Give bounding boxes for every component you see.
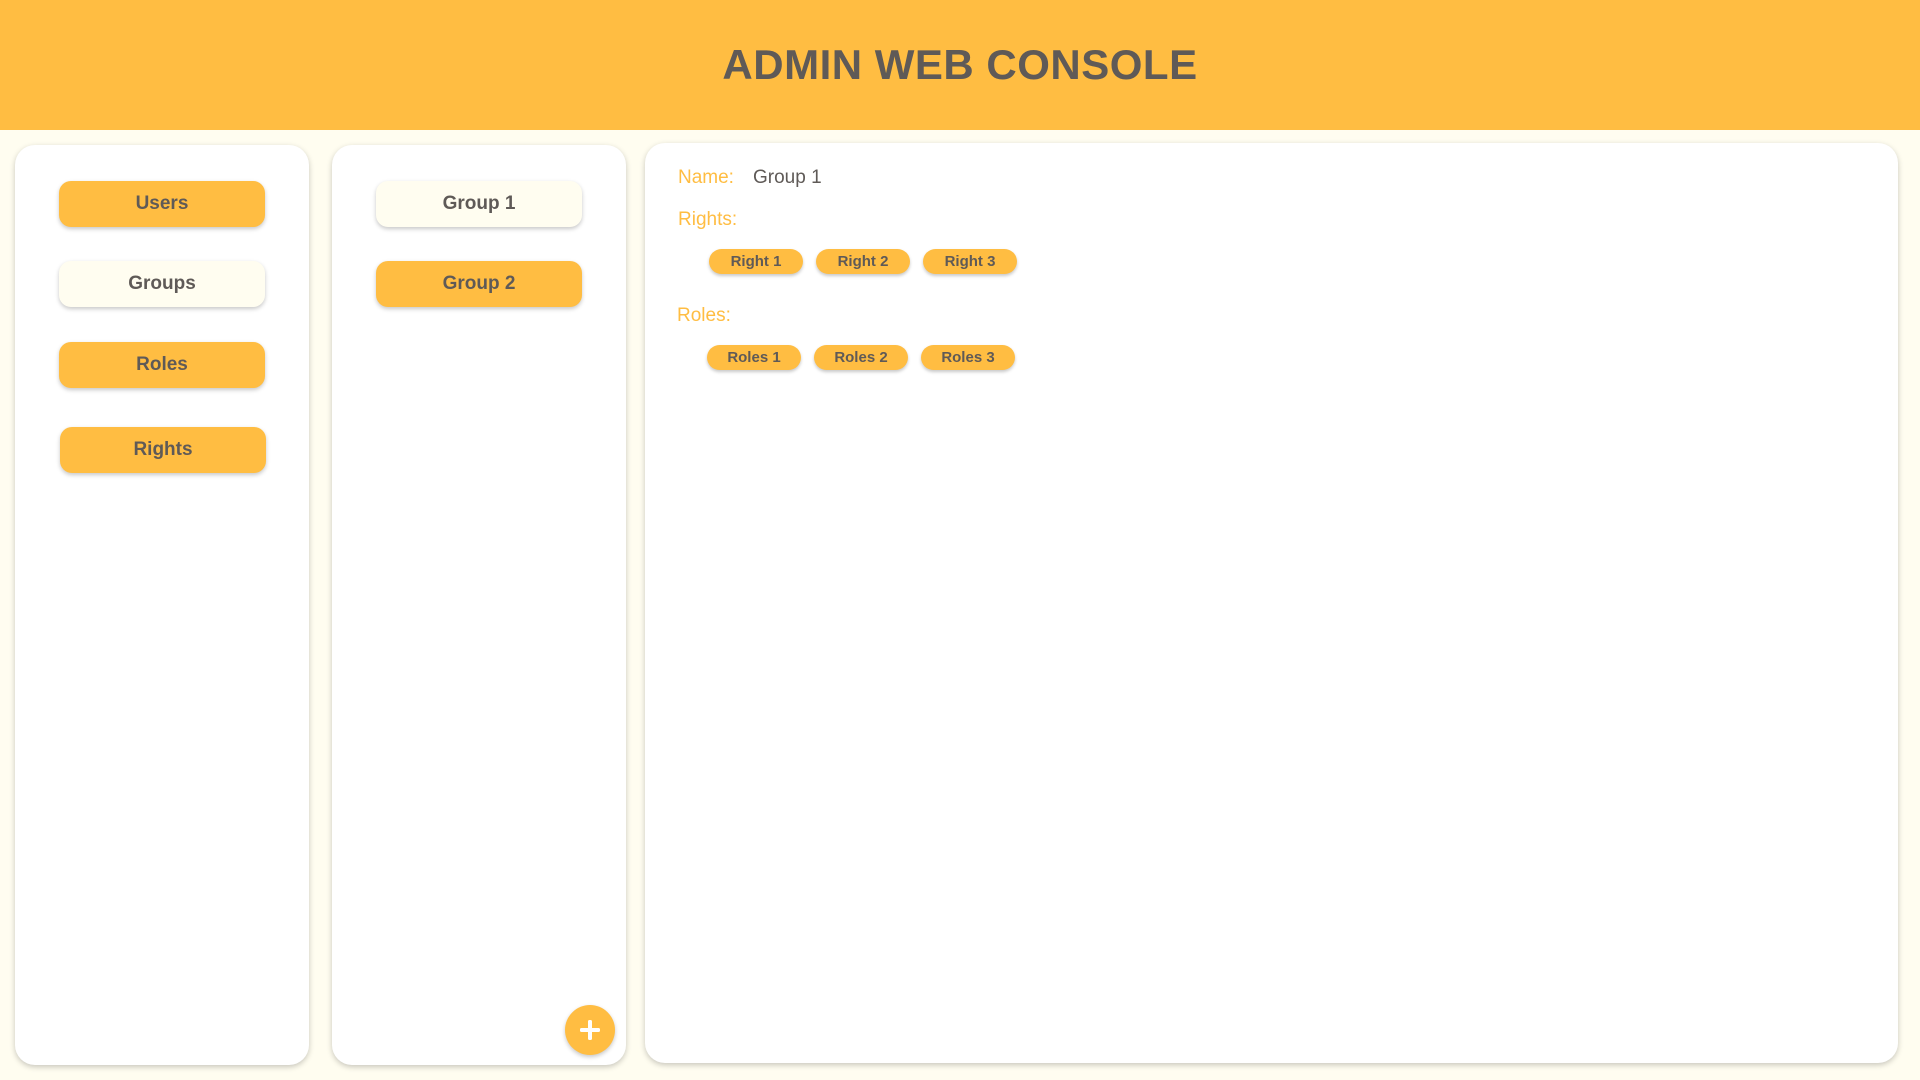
nav-item-roles[interactable]: Roles	[59, 342, 265, 388]
nav-panel: Users Groups Roles Rights	[15, 145, 309, 1065]
page-title: ADMIN WEB CONSOLE	[722, 41, 1198, 88]
app-header: ADMIN WEB CONSOLE	[0, 0, 1920, 130]
right-chip[interactable]: Right 1	[709, 249, 803, 274]
group-list-item[interactable]: Group 2	[376, 261, 582, 307]
right-chip[interactable]: Right 2	[816, 249, 910, 274]
rights-label: Rights:	[678, 209, 738, 230]
nav-item-groups[interactable]: Groups	[59, 261, 265, 307]
add-group-button[interactable]	[565, 1005, 615, 1055]
group-detail-panel: Name: Group 1 Rights: Right 1 Right 2 Ri…	[645, 143, 1898, 1063]
role-chip[interactable]: Roles 1	[707, 345, 801, 370]
name-value: Group 1	[753, 167, 822, 188]
role-chip[interactable]: Roles 3	[921, 345, 1015, 370]
name-label: Name:	[678, 167, 734, 188]
role-chip[interactable]: Roles 2	[814, 345, 908, 370]
nav-item-users[interactable]: Users	[59, 181, 265, 227]
right-chip[interactable]: Right 3	[923, 249, 1017, 274]
group-list-item[interactable]: Group 1	[376, 181, 582, 227]
group-list-panel: Group 1 Group 2	[332, 145, 626, 1065]
plus-icon	[580, 1020, 600, 1040]
roles-label: Roles:	[677, 305, 731, 326]
nav-item-rights[interactable]: Rights	[60, 427, 266, 473]
